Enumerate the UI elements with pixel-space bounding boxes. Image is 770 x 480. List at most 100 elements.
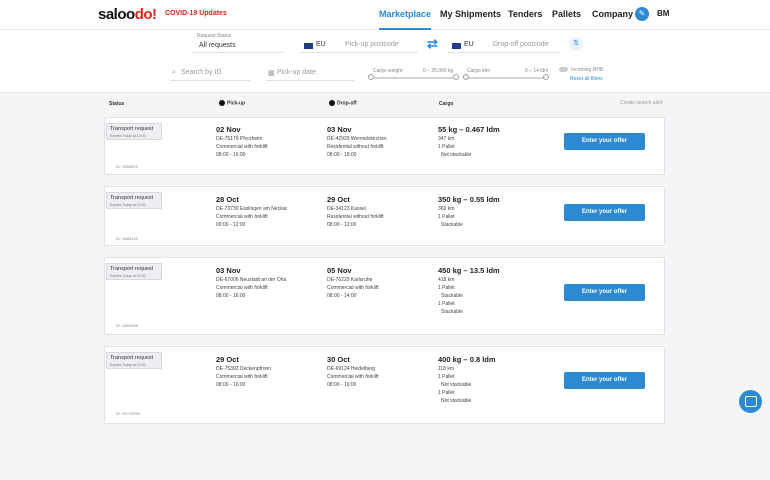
search-icon: ⌕ bbox=[172, 69, 176, 76]
shipment-card[interactable]: Transport request Expires Today at 12:00… bbox=[104, 186, 665, 246]
cargo-distance: 418 km bbox=[438, 277, 455, 283]
pickup-date: 28 Oct bbox=[216, 195, 239, 204]
pickup-date-input[interactable]: Pick-up date bbox=[277, 69, 316, 76]
pickup-date: 03 Nov bbox=[216, 266, 241, 275]
shipment-card[interactable]: Transport request Expires Today at 12:00… bbox=[104, 257, 665, 335]
eu-flag-icon bbox=[304, 43, 313, 49]
search-id-input[interactable]: Search by ID bbox=[181, 69, 221, 76]
cargo-ldm-max-handle[interactable] bbox=[543, 74, 549, 80]
column-dropoff: Drop-off bbox=[329, 100, 357, 106]
status-badge: Transport request Expires Today at 12:00 bbox=[106, 352, 162, 369]
nav-my-shipments[interactable]: My Shipments bbox=[440, 0, 501, 30]
column-pickup-label: Pick-up bbox=[227, 100, 246, 107]
pickup-time: 09:00 - 12:00 bbox=[216, 222, 246, 228]
pickup-region[interactable]: EU bbox=[316, 41, 326, 48]
logo-main: saloo bbox=[98, 6, 135, 23]
dropoff-place: DE-69124 Heidelberg bbox=[327, 366, 376, 372]
expiry-text: Expires Today at 12:00 bbox=[110, 203, 146, 207]
request-status-underline bbox=[193, 52, 283, 53]
enter-offer-button[interactable]: Enter your offer bbox=[564, 372, 645, 389]
cargo-pallet: 1 Pallet bbox=[438, 390, 455, 396]
dropoff-postcode-input[interactable]: Drop-off postcode bbox=[493, 41, 549, 48]
expiry-text: Expires Today at 12:00 bbox=[110, 274, 146, 278]
pickup-type: Commercial with forklift bbox=[216, 144, 268, 150]
status-text: Transport request bbox=[110, 266, 154, 272]
incoming-toggle-label: Incoming RHB bbox=[571, 67, 604, 73]
cargo-weight-range: 0 – 25.000 kg bbox=[423, 68, 454, 74]
cargo-ldm-label: Cargo ldm bbox=[467, 68, 491, 74]
chat-bubble-icon[interactable] bbox=[739, 390, 762, 413]
covid-updates-link[interactable]: COVID-19 Updates bbox=[165, 10, 227, 17]
cargo-distance: 347 km bbox=[438, 136, 455, 142]
incoming-toggle[interactable] bbox=[559, 67, 568, 72]
cargo-stackable: Stackable bbox=[441, 309, 463, 315]
column-cargo: Cargo bbox=[439, 101, 454, 107]
search-underline bbox=[170, 80, 250, 81]
calendar-icon: ▦ bbox=[268, 70, 275, 77]
enter-offer-button[interactable]: Enter your offer bbox=[564, 284, 645, 301]
cargo-ldm-min-handle[interactable] bbox=[463, 74, 469, 80]
enter-offer-button[interactable]: Enter your offer bbox=[564, 133, 645, 150]
status-text: Transport request bbox=[110, 195, 154, 201]
dropoff-type: Commercial with forklift bbox=[327, 285, 379, 291]
logo-accent: do! bbox=[134, 6, 157, 23]
cargo-summary: 400 kg – 0.8 ldm bbox=[438, 355, 496, 364]
request-id: ID: MYY9284 bbox=[116, 411, 140, 416]
dropoff-type: Residential without forklift bbox=[327, 214, 384, 220]
cargo-pallet: 1 Pallet bbox=[438, 301, 455, 307]
pickup-type: Commercial with forklift bbox=[216, 374, 268, 380]
pickup-place: DE-75179 Pforzheim bbox=[216, 136, 263, 142]
cargo-distance: 369 km bbox=[438, 206, 455, 212]
saloodo-logo[interactable]: saloodo! bbox=[98, 6, 157, 23]
request-id: ID: 3590098 bbox=[116, 323, 138, 328]
compass-icon[interactable]: ✎ bbox=[635, 7, 649, 21]
pickup-place: DE-73730 Esslingen am Neckar bbox=[216, 206, 288, 212]
status-text: Transport request bbox=[110, 126, 154, 132]
filter-bar: Request Status All requests EU Pick-up p… bbox=[0, 30, 770, 93]
cargo-stackable: Stackable bbox=[441, 222, 463, 228]
pickup-postcode-input[interactable]: Pick-up postcode bbox=[345, 41, 399, 48]
nav-company[interactable]: Company bbox=[592, 0, 633, 30]
pickup-date-underline bbox=[266, 80, 354, 81]
cargo-summary: 450 kg – 13.5 ldm bbox=[438, 266, 500, 275]
cargo-weight-label: Cargo weight bbox=[373, 68, 403, 74]
enter-offer-button[interactable]: Enter your offer bbox=[564, 204, 645, 221]
dropoff-time: 08:00 - 18:00 bbox=[327, 152, 357, 158]
request-status-label: Request Status bbox=[197, 33, 232, 39]
request-id: ID: 3590525 bbox=[116, 164, 138, 169]
pickup-type: Commercial with forklift bbox=[216, 214, 268, 220]
dropoff-region[interactable]: EU bbox=[464, 41, 474, 48]
cargo-weight-min-handle[interactable] bbox=[368, 74, 374, 80]
sort-direction-icon[interactable]: ⇅ bbox=[569, 37, 583, 51]
dropoff-place: DE-76229 Karlsruhe bbox=[327, 277, 373, 283]
expiry-text: Expires Today at 12:00 bbox=[110, 134, 146, 138]
dropoff-type: Commercial with forklift bbox=[327, 374, 379, 380]
pickup-underline bbox=[300, 52, 418, 53]
dropoff-place: DE-42929 Wermelskirchen bbox=[327, 136, 387, 142]
column-dropoff-label: Drop-off bbox=[337, 100, 357, 107]
user-initials-avatar[interactable]: BM bbox=[657, 9, 669, 18]
pickup-date: 29 Oct bbox=[216, 355, 239, 364]
cargo-summary: 55 kg – 0.467 ldm bbox=[438, 125, 500, 134]
create-search-alert-link[interactable]: Create search alert bbox=[620, 100, 663, 106]
nav-tenders[interactable]: Tenders bbox=[508, 0, 542, 30]
cargo-stackable: Not stackable bbox=[441, 382, 472, 388]
shipment-card[interactable]: Transport request Expires Today at 12:00… bbox=[104, 117, 665, 175]
reset-filters-link[interactable]: Reset all filters bbox=[570, 76, 603, 82]
nav-pallets[interactable]: Pallets bbox=[552, 0, 581, 30]
cargo-pallet: 1 Pallet bbox=[438, 374, 455, 380]
status-text: Transport request bbox=[110, 355, 154, 361]
dropoff-time: 08:00 - 12:00 bbox=[327, 222, 357, 228]
pickup-place: DE-67006 Neustadt an der Orla bbox=[216, 277, 287, 283]
swap-icon[interactable]: ⇄ bbox=[427, 36, 438, 52]
request-status-select[interactable]: All requests bbox=[199, 42, 236, 49]
dropoff-date: 03 Nov bbox=[327, 125, 352, 134]
shipment-card[interactable]: Transport request Expires Today at 12:00… bbox=[104, 346, 665, 424]
column-pickup: Pick-up bbox=[219, 100, 245, 106]
nav-marketplace[interactable]: Marketplace bbox=[379, 0, 432, 30]
cargo-weight-max-handle[interactable] bbox=[453, 74, 459, 80]
cargo-weight-track bbox=[371, 77, 456, 79]
dropoff-marker-icon bbox=[329, 100, 335, 106]
column-status: Status bbox=[109, 101, 125, 107]
pickup-type: Commercial with forklift bbox=[216, 285, 268, 291]
